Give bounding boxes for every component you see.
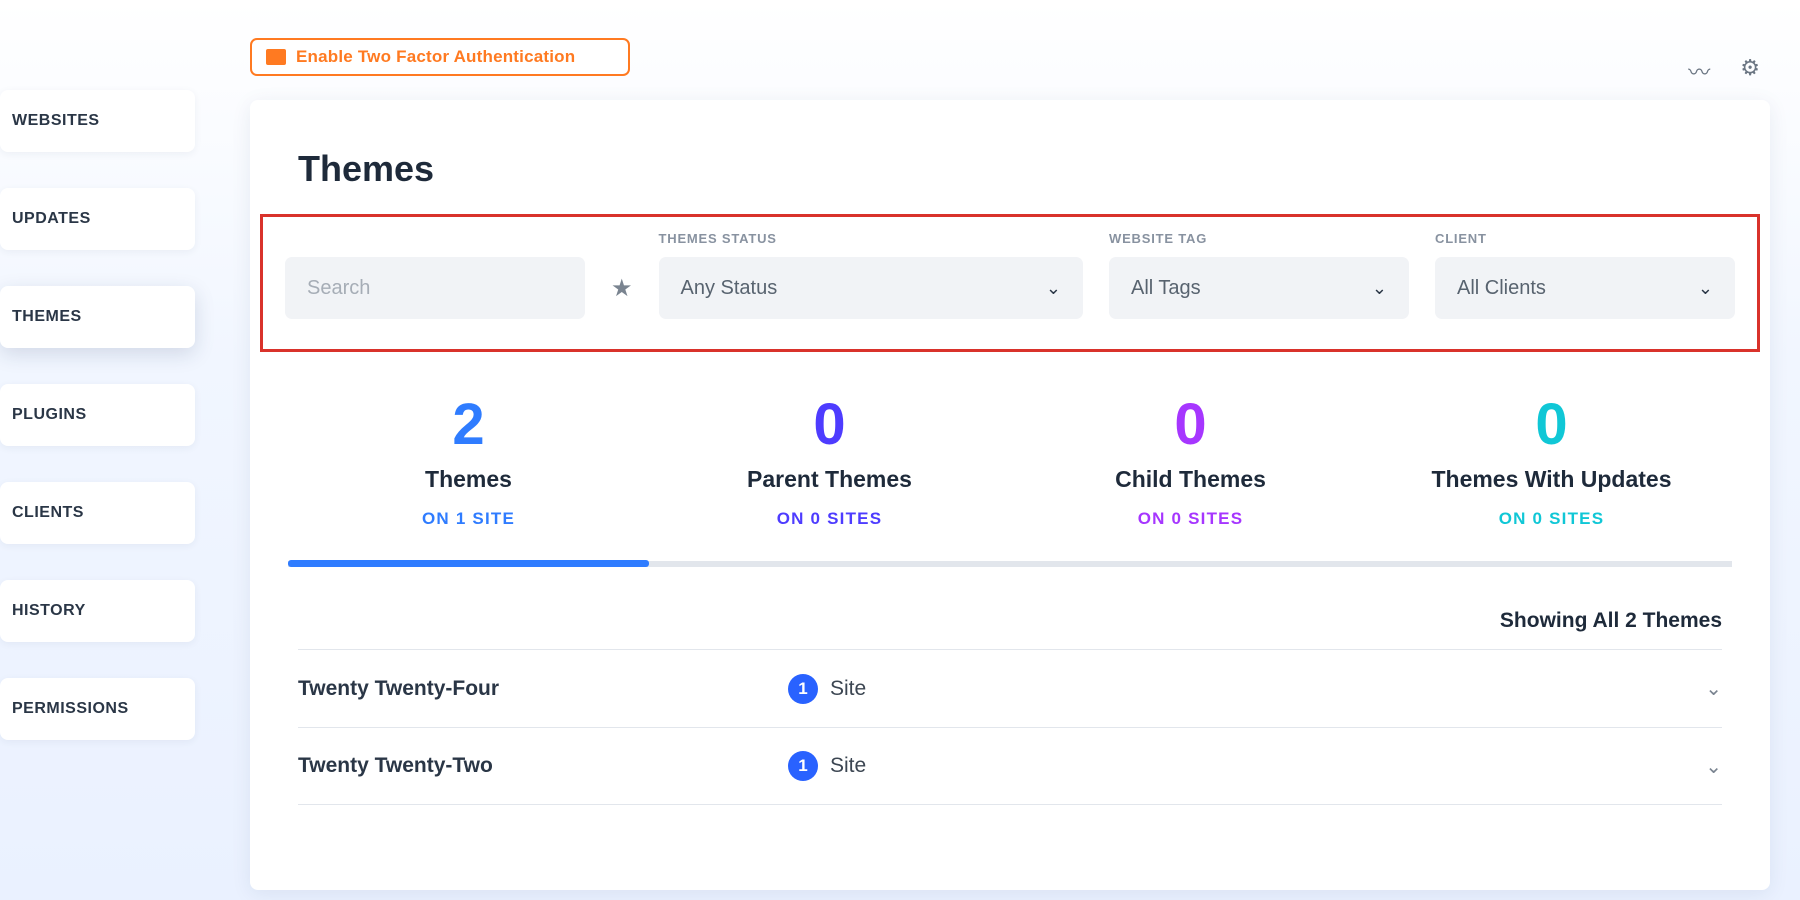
- sidebar-item-plugins[interactable]: PLUGINS: [0, 384, 195, 446]
- stat-label: Themes: [288, 466, 649, 493]
- site-unit: Site: [830, 754, 866, 778]
- search-input[interactable]: [307, 277, 563, 300]
- stat-subtext: ON 0 SITES: [649, 509, 1010, 529]
- wave-icon[interactable]: 〰: [1688, 55, 1710, 87]
- stat-number: 0: [1010, 396, 1371, 454]
- stat-subtext: ON 0 SITES: [1371, 509, 1732, 529]
- sidebar-item-label: PLUGINS: [12, 406, 87, 423]
- filter-label-status: THEMES STATUS: [659, 231, 1083, 247]
- theme-sites: 1 Site: [788, 674, 866, 704]
- sidebar-item-label: WEBSITES: [12, 112, 100, 129]
- sidebar-item-updates[interactable]: UPDATES: [0, 188, 195, 250]
- select-value: All Clients: [1457, 277, 1546, 300]
- theme-name: Twenty Twenty-Two: [298, 754, 788, 778]
- stat-number: 0: [649, 396, 1010, 454]
- stat-number: 0: [1371, 396, 1732, 454]
- sidebar-item-history[interactable]: HISTORY: [0, 580, 195, 642]
- two-factor-banner[interactable]: Enable Two Factor Authentication: [250, 38, 630, 76]
- stat-tab-parent-themes[interactable]: 0 Parent Themes ON 0 SITES: [649, 386, 1010, 561]
- stat-subtext: ON 1 SITE: [288, 509, 649, 529]
- stat-tab-themes-with-updates[interactable]: 0 Themes With Updates ON 0 SITES: [1371, 386, 1732, 561]
- select-value: All Tags: [1131, 277, 1201, 300]
- active-tab-indicator: [288, 560, 649, 567]
- site-count-badge: 1: [788, 674, 818, 704]
- chevron-down-icon: ⌄: [1046, 278, 1061, 299]
- client-select[interactable]: All Clients ⌄: [1435, 257, 1735, 319]
- stats-tabs: 2 Themes ON 1 SITE 0 Parent Themes ON 0 …: [288, 386, 1732, 567]
- site-unit: Site: [830, 677, 866, 701]
- stat-tab-child-themes[interactable]: 0 Child Themes ON 0 SITES: [1010, 386, 1371, 561]
- sidebar-item-permissions[interactable]: PERMISSIONS: [0, 678, 195, 740]
- chevron-down-icon[interactable]: ⌄: [1705, 676, 1722, 701]
- stat-tab-themes[interactable]: 2 Themes ON 1 SITE: [288, 386, 649, 561]
- website-tag-select[interactable]: All Tags ⌄: [1109, 257, 1409, 319]
- page-title: Themes: [250, 100, 1770, 214]
- showing-count: Showing All 2 Themes: [250, 567, 1770, 649]
- favorite-filter-icon[interactable]: ★: [611, 274, 633, 303]
- themes-list: Twenty Twenty-Four 1 Site ⌄ Twenty Twent…: [250, 649, 1770, 805]
- sidebar-item-label: THEMES: [12, 308, 82, 325]
- shield-icon: [266, 49, 286, 65]
- sidebar-item-label: UPDATES: [12, 210, 91, 227]
- stat-subtext: ON 0 SITES: [1010, 509, 1371, 529]
- sidebar: WEBSITES UPDATES THEMES PLUGINS CLIENTS …: [0, 90, 205, 776]
- sidebar-item-websites[interactable]: WEBSITES: [0, 90, 195, 152]
- site-count-badge: 1: [788, 751, 818, 781]
- stat-label: Themes With Updates: [1371, 466, 1732, 493]
- main-panel: Themes ★ THEMES STATUS Any Status ⌄ WEBS…: [250, 100, 1770, 890]
- sidebar-item-themes[interactable]: THEMES: [0, 286, 195, 348]
- chevron-down-icon: ⌄: [1698, 278, 1713, 299]
- chevron-down-icon: ⌄: [1372, 278, 1387, 299]
- sidebar-item-label: HISTORY: [12, 602, 86, 619]
- stat-label: Child Themes: [1010, 466, 1371, 493]
- spacer: [285, 231, 585, 247]
- chevron-down-icon[interactable]: ⌄: [1705, 754, 1722, 779]
- settings-icon[interactable]: ⚙: [1740, 55, 1760, 87]
- banner-text: Enable Two Factor Authentication: [296, 47, 575, 67]
- stat-number: 2: [288, 396, 649, 454]
- theme-sites: 1 Site: [788, 751, 866, 781]
- filter-label-client: CLIENT: [1435, 231, 1735, 247]
- sidebar-item-label: CLIENTS: [12, 504, 84, 521]
- stat-label: Parent Themes: [649, 466, 1010, 493]
- theme-row[interactable]: Twenty Twenty-Two 1 Site ⌄: [298, 727, 1722, 805]
- sidebar-item-clients[interactable]: CLIENTS: [0, 482, 195, 544]
- search-input-wrapper[interactable]: [285, 257, 585, 319]
- themes-status-select[interactable]: Any Status ⌄: [659, 257, 1083, 319]
- filter-label-tag: WEBSITE TAG: [1109, 231, 1409, 247]
- filter-bar-highlight: ★ THEMES STATUS Any Status ⌄ WEBSITE TAG…: [260, 214, 1760, 352]
- select-value: Any Status: [681, 277, 778, 300]
- sidebar-item-label: PERMISSIONS: [12, 700, 129, 717]
- theme-name: Twenty Twenty-Four: [298, 677, 788, 701]
- theme-row[interactable]: Twenty Twenty-Four 1 Site ⌄: [298, 649, 1722, 727]
